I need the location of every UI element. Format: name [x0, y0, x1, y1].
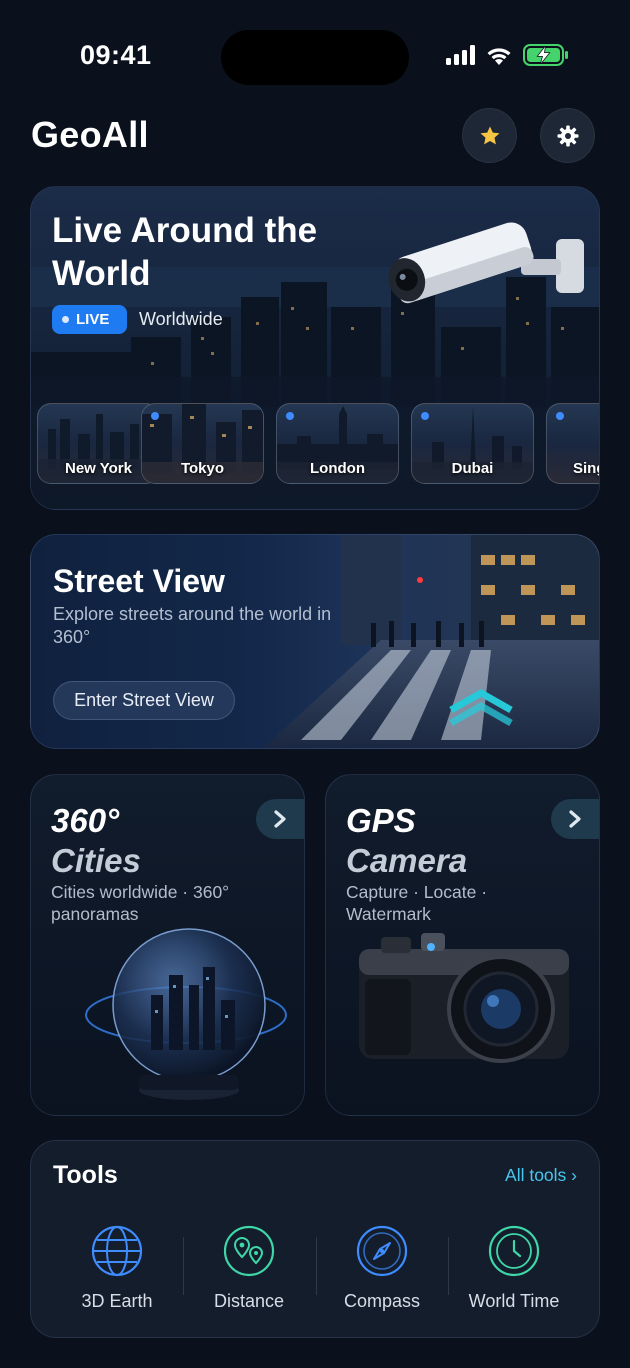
gps-camera-title-line1: GPS	[346, 802, 416, 839]
security-camera-icon	[388, 222, 584, 304]
live-indicator-dot	[286, 412, 294, 420]
tool-3d-earth-ring	[91, 1225, 143, 1277]
battery-charging-icon	[523, 44, 568, 66]
live-badge: LIVE	[52, 305, 127, 334]
cities-360-card[interactable]: 360° Cities Cities worldwide · 360° pano…	[30, 774, 305, 1116]
star-icon	[480, 126, 499, 144]
city-name: Tokyo	[180, 460, 225, 477]
status-icons	[446, 44, 569, 66]
tool-distance-ring	[223, 1225, 275, 1277]
globe-icon	[91, 1225, 143, 1277]
dynamic-island	[221, 30, 409, 85]
favorites-button[interactable]	[462, 108, 517, 163]
cities-360-title: 360° Cities	[51, 801, 141, 881]
tool-distance[interactable]: Distance	[184, 1225, 314, 1312]
gps-camera-title-line2: Camera	[346, 842, 468, 879]
gear-icon	[557, 125, 578, 146]
tool-label: Compass	[343, 1291, 421, 1311]
tool-compass[interactable]: Compass	[317, 1225, 447, 1312]
cellular-signal-icon	[446, 45, 475, 65]
live-dot-icon	[62, 316, 69, 323]
live-around-world-card[interactable]: Live Around the World LIVE Worldwide New…	[30, 186, 600, 510]
gps-camera-subtitle: Capture · Locate · Watermark	[346, 882, 488, 924]
live-card-subtitle: Worldwide	[139, 309, 223, 329]
camera-icon	[359, 933, 569, 1063]
tool-world-time-ring	[488, 1225, 540, 1277]
glass-globe-city-icon	[85, 928, 287, 1100]
enter-street-view-button[interactable]: Enter Street View	[53, 681, 235, 720]
compass-icon	[356, 1225, 408, 1277]
chevron-right-icon	[569, 810, 581, 828]
gps-camera-title: GPS Camera	[346, 801, 467, 881]
cities-360-title-line2: Cities	[51, 842, 141, 879]
tools-card: Tools All tools › 3D Earth Distance Comp…	[30, 1140, 600, 1338]
wifi-icon	[487, 47, 511, 65]
cities-360-title-line1: 360°	[51, 802, 120, 839]
clock-icon	[488, 1225, 540, 1277]
map-pin-icon	[223, 1225, 275, 1277]
tools-title: Tools	[53, 1161, 118, 1189]
cities-360-open-button[interactable]	[256, 799, 304, 839]
city-name: Dubai	[451, 460, 494, 477]
gps-camera-open-button[interactable]	[551, 799, 599, 839]
tool-3d-earth[interactable]: 3D Earth	[52, 1225, 182, 1312]
street-view-subtitle: Explore streets around the world in 360°	[53, 604, 332, 647]
all-tools-link[interactable]: All tools ›	[505, 1165, 577, 1186]
city-name: Sing	[573, 460, 599, 477]
live-indicator-dot	[151, 412, 159, 420]
tool-label: World Time	[468, 1291, 560, 1311]
city-thumb-london[interactable]: London	[276, 403, 399, 484]
city-thumb-tokyo[interactable]: Tokyo	[141, 403, 264, 484]
tool-label: 3D Earth	[81, 1291, 153, 1311]
city-thumb-singapore[interactable]: Sing	[546, 403, 599, 484]
live-badge-label: LIVE	[76, 311, 110, 328]
settings-button[interactable]	[540, 108, 595, 163]
city-thumb-dubai[interactable]: Dubai	[411, 403, 534, 484]
tool-label: Distance	[213, 1291, 285, 1311]
live-indicator-dot	[556, 412, 564, 420]
tool-compass-ring	[356, 1225, 408, 1277]
city-name: London	[310, 460, 365, 477]
tool-world-time[interactable]: World Time	[449, 1225, 579, 1312]
live-indicator-dot	[421, 412, 429, 420]
status-time: 09:41	[80, 40, 152, 70]
app-title: GeoAll	[31, 114, 149, 155]
live-card-title: Live Around the World	[52, 211, 318, 293]
street-view-title: Street View	[53, 563, 225, 599]
chevron-right-icon	[274, 810, 286, 828]
gps-camera-card[interactable]: GPS Camera Capture · Locate · Watermark	[325, 774, 600, 1116]
street-view-card[interactable]: Street View Explore streets around the w…	[30, 534, 600, 749]
